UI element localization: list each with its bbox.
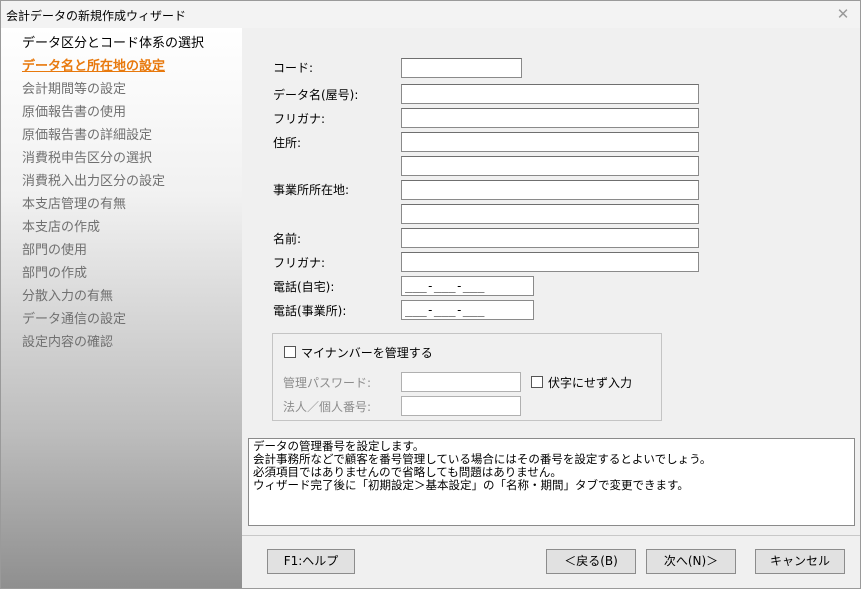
password-label: 管理パスワード: — [283, 376, 372, 390]
checkbox-icon[interactable] — [531, 376, 543, 388]
address-line1-input[interactable] — [401, 132, 699, 152]
step-item: 設定内容の確認 — [22, 335, 114, 350]
step-item: 原価報告書の使用 — [22, 105, 127, 120]
close-icon[interactable]: ✕ — [832, 4, 854, 24]
phone-office-label: 電話(事業所): — [273, 304, 347, 318]
password-input[interactable] — [401, 372, 521, 392]
code-input[interactable] — [401, 58, 522, 78]
back-button[interactable]: ＜戻る(B) — [546, 549, 636, 574]
checkbox-icon[interactable] — [284, 346, 296, 358]
name-label: 名前: — [273, 232, 302, 246]
address-label: 住所: — [273, 136, 302, 150]
step-item: データ区分とコード体系の選択 — [22, 36, 205, 51]
content-panel: コード: データ名(屋号): フリガナ: 住所: 事業所所在地: 名前: フリガ… — [242, 28, 860, 588]
step-item: 会計期間等の設定 — [22, 82, 127, 97]
office-address-label: 事業所所在地: — [273, 183, 350, 197]
wizard-window: 会計データの新規作成ウィザード ✕ データ区分とコード体系の選択 データ名と所在… — [0, 0, 861, 589]
name-furigana-input[interactable] — [401, 252, 699, 272]
title-bar: 会計データの新規作成ウィザード ✕ — [1, 1, 860, 29]
step-item: 分散入力の有無 — [22, 289, 114, 304]
phone-home-label: 電話(自宅): — [273, 280, 335, 294]
office-address-line1-input[interactable] — [401, 180, 699, 200]
phone-office-input[interactable]: ___-___-___ — [401, 300, 534, 320]
furigana-label: フリガナ: — [273, 112, 326, 126]
code-label: コード: — [273, 61, 314, 75]
furigana-input[interactable] — [401, 108, 699, 128]
no-mask-label: 伏字にせず入力 — [548, 376, 633, 390]
help-line: ウィザード完了後に「初期設定＞基本設定」の「名称・期間」タブで変更できます。 — [253, 478, 689, 492]
step-item: 部門の使用 — [22, 243, 88, 258]
mynumber-id-label: 法人／個人番号: — [283, 400, 372, 414]
step-item: 消費税申告区分の選択 — [22, 151, 153, 166]
step-item: データ通信の設定 — [22, 312, 127, 327]
step-item: 本支店の作成 — [22, 220, 101, 235]
step-item: 原価報告書の詳細設定 — [22, 128, 153, 143]
window-title: 会計データの新規作成ウィザード — [6, 9, 187, 23]
name-furigana-label: フリガナ: — [273, 256, 326, 270]
next-button[interactable]: 次へ(N)＞ — [646, 549, 736, 574]
footer-divider — [242, 535, 860, 536]
step-item: 消費税入出力区分の設定 — [22, 174, 166, 189]
cancel-button[interactable]: キャンセル — [755, 549, 845, 574]
no-mask-checkbox[interactable]: 伏字にせず入力 — [531, 376, 632, 390]
step-item: 本支店管理の有無 — [22, 197, 127, 212]
phone-home-input[interactable]: ___-___-___ — [401, 276, 534, 296]
name-input[interactable] — [401, 228, 699, 248]
mynumber-id-input[interactable] — [401, 396, 521, 416]
mynumber-group: マイナンバーを管理する 管理パスワード: 伏字にせず入力 法人／個人番号: — [272, 333, 662, 421]
help-text-box: データの管理番号を設定します。 会計事務所などで顧客を番号管理している場合にはそ… — [248, 438, 855, 526]
address-line2-input[interactable] — [401, 156, 699, 176]
step-item: 部門の作成 — [22, 266, 88, 281]
step-item: データ名と所在地の設定 — [22, 59, 166, 74]
manage-mynumber-label: マイナンバーを管理する — [301, 346, 433, 360]
data-name-input[interactable] — [401, 84, 699, 104]
step-list: データ区分とコード体系の選択 データ名と所在地の設定 会計期間等の設定 原価報告… — [1, 28, 242, 588]
office-address-line2-input[interactable] — [401, 204, 699, 224]
manage-mynumber-checkbox[interactable]: マイナンバーを管理する — [284, 346, 433, 360]
help-button[interactable]: F1:ヘルプ — [267, 549, 355, 574]
data-name-label: データ名(屋号): — [273, 88, 359, 102]
